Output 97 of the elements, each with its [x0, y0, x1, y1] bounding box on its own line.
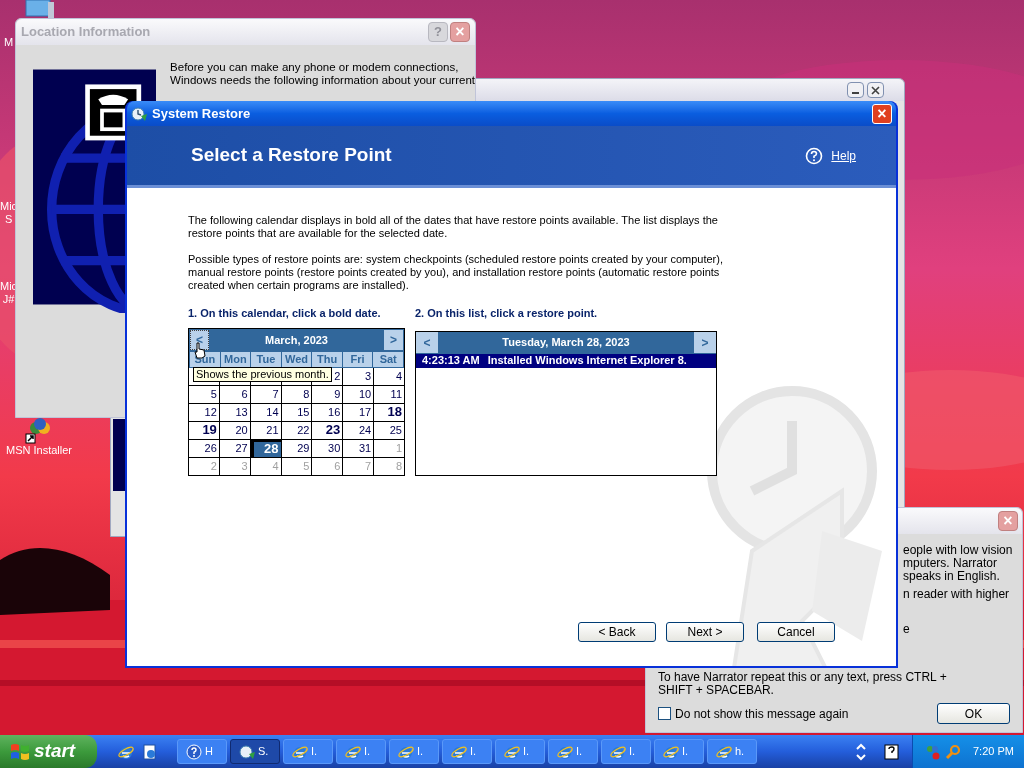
taskbar-button[interactable]: I. [336, 739, 386, 764]
calendar-day[interactable]: 6 [219, 385, 250, 403]
calendar-day[interactable]: 16 [312, 403, 343, 421]
calendar-day[interactable]: 15 [281, 403, 312, 421]
globe-e-icon [610, 743, 626, 760]
previous-day-button[interactable]: < [416, 332, 438, 353]
next-month-button[interactable]: > [384, 330, 403, 350]
taskbar-button[interactable]: I. [283, 739, 333, 764]
calendar-day[interactable]: 8 [281, 385, 312, 403]
window-title: System Restore [152, 104, 251, 123]
close-button[interactable] [867, 82, 884, 98]
help-link[interactable]: Help [831, 146, 856, 165]
globe-e-icon [716, 743, 732, 760]
intro-text: Before you can make any phone or modem connections, [170, 61, 460, 74]
wizard-button[interactable]: Cancel [757, 622, 835, 642]
taskbar-button[interactable]: I. [389, 739, 439, 764]
message-text: n reader with higher [903, 588, 1011, 601]
close-button[interactable]: × [872, 103, 892, 124]
ok-button[interactable]: OK [937, 703, 1010, 724]
document-icon[interactable] [142, 743, 158, 760]
icon-label[interactable]: MSN Installer [6, 444, 73, 457]
globe-e-icon [504, 743, 520, 760]
globe-e-icon [118, 743, 134, 760]
instruction-text: The following calendar displays in bold all of the dates that have restore points available. The list displays the restore points that are available for the selected date. [188, 214, 719, 240]
globe-e-icon [451, 743, 467, 760]
taskbar-button[interactable]: I. [601, 739, 651, 764]
calendar-day[interactable]: 22 [281, 421, 312, 439]
taskbar-button[interactable]: I. [548, 739, 598, 764]
calendar-day[interactable]: 19 [189, 421, 219, 439]
globe-e-icon [663, 743, 679, 760]
instruction-text: Possible types of restore points are: system checkpoints (scheduled restore points created by your computer), manual restore points (restore points created by you), and installation restore points (automatic restore points created when certain programs are installed). [188, 253, 724, 292]
calendar-day[interactable]: 10 [343, 385, 374, 403]
start-button[interactable]: start [0, 735, 97, 768]
calendar-day[interactable]: 17 [343, 403, 374, 421]
calendar-day[interactable]: 29 [281, 439, 312, 457]
restore-time: 4:23:13 AM [422, 353, 480, 369]
calendar-day[interactable]: 20 [219, 421, 250, 439]
step-heading: 1. On this calendar, click a bold date. [188, 306, 382, 321]
checkbox[interactable] [658, 707, 671, 720]
globe-e-icon [557, 743, 573, 760]
previous-month-button[interactable]: < [190, 330, 209, 350]
restore-description: Installed Windows Internet Explorer 8. [487, 353, 687, 369]
help-icon[interactable] [884, 743, 900, 760]
calendar-day[interactable]: 27 [219, 439, 250, 457]
icon-label[interactable]: J# [2, 293, 15, 306]
next-day-button[interactable]: > [694, 332, 716, 353]
icon-label[interactable]: Mic [0, 280, 18, 293]
calendar-day[interactable]: 14 [250, 403, 281, 421]
taskbar-button[interactable]: H [177, 739, 227, 764]
restore-icon [131, 105, 147, 122]
calendar-day[interactable]: 30 [312, 439, 343, 457]
wizard-button[interactable]: Next > [666, 622, 744, 642]
clock: 7:20 PM [973, 744, 1014, 760]
calendar-day[interactable]: 9 [312, 385, 343, 403]
calendar-day[interactable]: 24 [343, 421, 374, 439]
intro-text: Windows needs the following information about your current [170, 74, 475, 87]
step-heading: 2. On this list, click a restore point. [415, 306, 599, 321]
message-text: mputers. Narrator [903, 557, 999, 570]
windows-logo-icon [10, 741, 30, 762]
taskbar-button[interactable]: h. [707, 739, 757, 764]
calendar-day[interactable]: 5 [189, 385, 219, 403]
calendar-day[interactable]: 21 [250, 421, 281, 439]
message-text: e [903, 623, 911, 636]
globe-e-icon [345, 743, 361, 760]
icon-label[interactable]: M [4, 36, 14, 49]
calendar-day[interactable]: 11 [374, 385, 404, 403]
taskbar-button[interactable]: I. [495, 739, 545, 764]
minimize-button[interactable] [847, 82, 864, 98]
taskbar-button[interactable]: S. [230, 739, 280, 764]
month-title: March, 2023 [265, 332, 328, 348]
calendar-day[interactable]: 12 [189, 403, 219, 421]
close-icon [871, 85, 880, 95]
minimize-icon [852, 92, 859, 94]
restore-icon [239, 743, 255, 760]
message-text: eople with low vision [903, 544, 1014, 557]
selected-date: Tuesday, March 28, 2023 [502, 335, 630, 351]
calendar-day[interactable]: 25 [374, 421, 404, 439]
taskbar-button[interactable]: I. [654, 739, 704, 764]
calendar-day[interactable]: 26 [189, 439, 219, 457]
computer-icon[interactable] [24, 0, 56, 20]
taskbar-button[interactable]: I. [442, 739, 492, 764]
message-text: To have Narrator repeat this or any text, press CTRL + SHIFT + SPACEBAR. [657, 671, 948, 697]
calendar-day[interactable]: 31 [343, 439, 374, 457]
help-icon [186, 743, 202, 760]
calendar-day[interactable]: 7 [250, 385, 281, 403]
calendar-day[interactable]: 18 [374, 403, 404, 421]
window-title: Location Information [21, 23, 151, 42]
calendar-day[interactable]: 13 [219, 403, 250, 421]
globe-e-icon [292, 743, 308, 760]
icon-label[interactable]: S [4, 213, 13, 226]
message-text: speaks in English. [903, 570, 1001, 583]
page-heading: Select a Restore Point [191, 143, 392, 168]
calendar-day[interactable]: 23 [312, 421, 343, 439]
globe-e-icon [398, 743, 414, 760]
wizard-button[interactable]: < Back [578, 622, 656, 642]
icon-label[interactable]: Mic [0, 200, 18, 213]
checkbox-label[interactable]: Do not show this message again [675, 704, 849, 723]
